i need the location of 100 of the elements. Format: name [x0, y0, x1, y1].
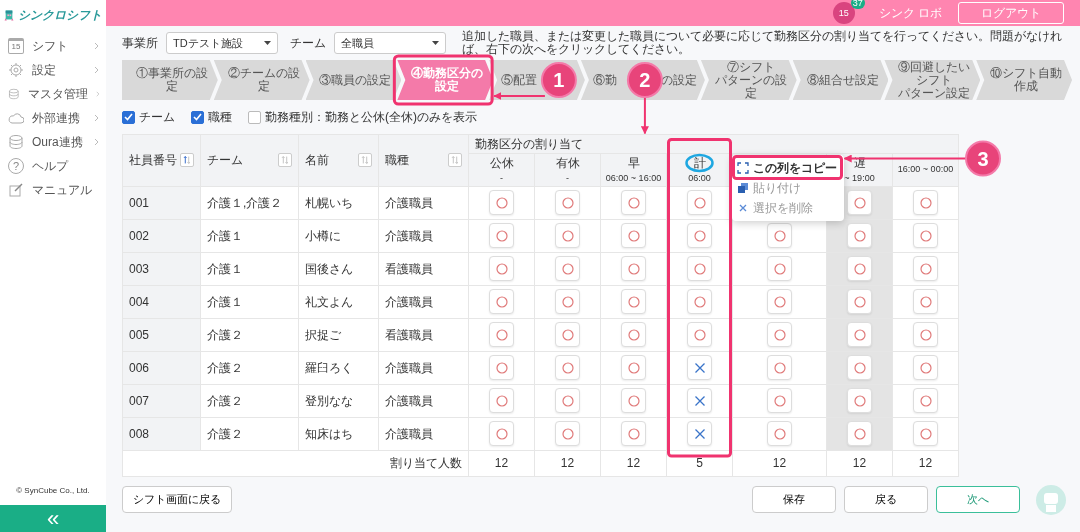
footer-button[interactable]: 保存 [752, 486, 836, 513]
checkbox-label[interactable]: 職種 [208, 108, 232, 126]
assign-toggle[interactable] [489, 289, 514, 314]
assign-toggle[interactable] [621, 421, 646, 446]
assign-toggle[interactable] [489, 256, 514, 281]
sidebar-item[interactable]: 外部連携 [32, 109, 86, 127]
column-header[interactable]: 名前 [305, 151, 329, 170]
assign-toggle[interactable] [767, 289, 792, 314]
assign-toggle[interactable] [847, 223, 872, 248]
assign-toggle[interactable] [555, 322, 580, 347]
assign-toggle[interactable] [555, 223, 580, 248]
step-tab[interactable]: ①事業所の設定 [122, 60, 218, 100]
assign-toggle[interactable] [767, 322, 792, 347]
assign-toggle[interactable] [767, 256, 792, 281]
assign-toggle[interactable] [847, 322, 872, 347]
assign-toggle[interactable] [687, 256, 712, 281]
assign-toggle[interactable] [489, 355, 514, 380]
sort-icon[interactable] [358, 153, 372, 168]
assign-toggle[interactable] [621, 190, 646, 215]
assign-toggle[interactable] [555, 190, 580, 215]
select-icon [736, 161, 749, 174]
checkbox[interactable] [191, 110, 204, 124]
checkbox[interactable] [122, 110, 135, 124]
assign-toggle[interactable] [767, 223, 792, 248]
checkbox-label[interactable]: 勤務種別：勤務と公休(全休)のみを表示 [265, 108, 477, 126]
column-header[interactable]: 早 [603, 154, 664, 172]
assign-toggle[interactable] [687, 388, 712, 413]
assign-toggle[interactable] [847, 289, 872, 314]
assign-toggle[interactable] [555, 256, 580, 281]
assign-toggle[interactable] [847, 355, 872, 380]
assign-toggle[interactable] [489, 190, 514, 215]
assign-toggle[interactable] [847, 388, 872, 413]
assign-toggle[interactable] [913, 256, 938, 281]
sidebar-item[interactable]: シフト [32, 37, 86, 55]
assign-toggle[interactable] [555, 355, 580, 380]
table-cell: 005 [129, 327, 150, 342]
step-tab[interactable]: ⑩シフト自動作成 [976, 60, 1073, 100]
assign-toggle[interactable] [687, 190, 712, 215]
assign-toggle[interactable] [621, 289, 646, 314]
assign-toggle[interactable] [621, 256, 646, 281]
sidebar-item[interactable]: Oura連携 [32, 133, 86, 151]
assign-toggle[interactable] [913, 355, 938, 380]
back-button[interactable]: シフト画面に戻る [122, 486, 232, 513]
column-header[interactable]: 公休 [471, 154, 532, 172]
assign-toggle[interactable] [767, 421, 792, 446]
step-tab[interactable]: ③職員の設定 [305, 60, 402, 100]
step-tab[interactable]: ②チームの設定 [213, 60, 310, 100]
assign-toggle[interactable] [913, 421, 938, 446]
assign-toggle[interactable] [767, 388, 792, 413]
assign-toggle[interactable] [621, 355, 646, 380]
column-header[interactable]: 計 [669, 154, 730, 172]
sort-icon[interactable] [278, 153, 292, 168]
assign-toggle[interactable] [555, 388, 580, 413]
sidebar-item[interactable]: マスタ管理 [27, 85, 88, 103]
step-tab[interactable]: ⑨回避したいシフト パターン設定 [884, 60, 981, 100]
assign-toggle[interactable] [489, 388, 514, 413]
column-header[interactable]: 職種 [385, 151, 409, 170]
step-tab[interactable]: ⑦シフト パターンの設定 [700, 60, 797, 100]
assign-toggle[interactable] [767, 355, 792, 380]
checkbox-label[interactable]: チーム [139, 108, 175, 126]
circle-icon [561, 395, 574, 408]
assign-toggle[interactable] [687, 355, 712, 380]
assign-toggle[interactable] [489, 421, 514, 446]
assign-toggle[interactable] [621, 388, 646, 413]
footer-button[interactable]: 次へ [936, 486, 1020, 513]
assign-toggle[interactable] [687, 421, 712, 446]
assign-toggle[interactable] [555, 421, 580, 446]
sort-icon[interactable] [448, 153, 462, 168]
assign-toggle[interactable] [621, 223, 646, 248]
sidebar-item[interactable]: マニュアル [32, 181, 100, 199]
sort-icon[interactable] [180, 153, 194, 168]
column-header[interactable]: チーム [207, 151, 243, 170]
assign-toggle[interactable] [913, 223, 938, 248]
assign-toggle[interactable] [913, 289, 938, 314]
assign-toggle[interactable] [913, 190, 938, 215]
assign-toggle[interactable] [489, 322, 514, 347]
logo-text: シンクロシフト [18, 7, 102, 24]
column-header[interactable]: 有休 [537, 154, 598, 172]
circle-icon [919, 362, 932, 375]
sidebar-item[interactable]: ヘルプ [32, 157, 100, 175]
assign-toggle[interactable] [621, 322, 646, 347]
step-tab[interactable]: ⑧組合せ設定 [792, 60, 889, 100]
assign-toggle[interactable] [913, 322, 938, 347]
footer-button[interactable]: 戻る [844, 486, 928, 513]
assign-toggle[interactable] [555, 289, 580, 314]
assign-toggle[interactable] [847, 256, 872, 281]
circle-icon [627, 230, 640, 243]
assign-toggle[interactable] [687, 223, 712, 248]
assign-toggle[interactable] [847, 421, 872, 446]
menu-item[interactable]: この列をコピー [752, 158, 837, 177]
assign-toggle[interactable] [687, 322, 712, 347]
assign-toggle[interactable] [687, 289, 712, 314]
assign-toggle[interactable] [913, 388, 938, 413]
checkbox[interactable] [248, 110, 261, 124]
assign-toggle[interactable] [847, 190, 872, 215]
assign-toggle[interactable] [489, 223, 514, 248]
circle-icon [919, 197, 932, 210]
circle-icon [495, 230, 508, 243]
sidebar-item[interactable]: 設定 [32, 61, 86, 79]
circle-icon [495, 263, 508, 276]
